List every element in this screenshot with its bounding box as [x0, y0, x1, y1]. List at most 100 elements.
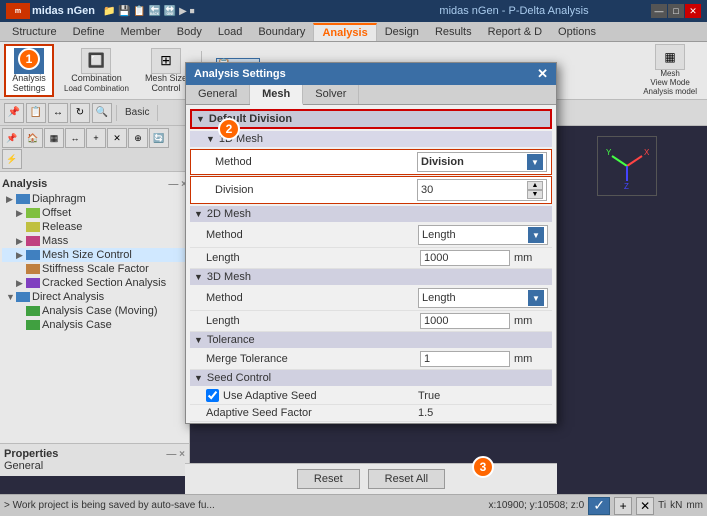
3d-method-dropdown[interactable]: Length ▼: [418, 288, 548, 308]
adaptive-seed-factor-label: Adaptive Seed Factor: [206, 407, 418, 419]
modal-title: Analysis Settings: [194, 68, 537, 80]
left-toolbar-btn3[interactable]: ▦: [44, 128, 64, 148]
row-2d-length: Length 1000 mm: [190, 248, 552, 269]
tree-item-cracked[interactable]: ▶ Cracked Section Analysis: [2, 276, 187, 290]
3d-method-dropdown-button[interactable]: ▼: [528, 290, 544, 306]
toolbar-move-button[interactable]: ↔: [48, 103, 68, 123]
3d-length-value: 1000: [424, 315, 448, 327]
plus-button[interactable]: +: [614, 497, 632, 515]
left-toolbar-btn6[interactable]: ✕: [107, 128, 127, 148]
tab-design[interactable]: Design: [377, 23, 427, 41]
toolbar-copy-button[interactable]: 📋: [26, 103, 46, 123]
section-2d-mesh[interactable]: ▼ 2D Mesh: [190, 206, 552, 222]
use-adaptive-seed-checkbox[interactable]: [206, 389, 219, 402]
toolbar-pin-button[interactable]: 📌: [4, 103, 24, 123]
3d-length-label: Length: [206, 315, 420, 327]
tab-options[interactable]: Options: [550, 23, 604, 41]
analysis-settings-label: AnalysisSettings: [12, 74, 46, 94]
division-down-button[interactable]: ▼: [527, 190, 543, 199]
tree-item-direct[interactable]: ▼ Direct Analysis: [2, 290, 187, 304]
tree-item-analysis-moving[interactable]: Analysis Case (Moving): [2, 304, 187, 318]
modal-tab-solver[interactable]: Solver: [303, 85, 359, 104]
3d-length-input[interactable]: 1000: [420, 313, 510, 329]
section-seed-control[interactable]: ▼ Seed Control: [190, 370, 552, 386]
3d-method-value: Length: [422, 292, 456, 304]
tab-body[interactable]: Body: [169, 23, 210, 41]
tab-member[interactable]: Member: [112, 23, 168, 41]
section-tolerance[interactable]: ▼ Tolerance: [190, 332, 552, 348]
left-toolbar-btn4[interactable]: ↔: [65, 128, 85, 148]
tree-item-analysis-case[interactable]: Analysis Case: [2, 318, 187, 332]
3d-method-label: Method: [206, 292, 418, 304]
division-up-button[interactable]: ▲: [527, 181, 543, 190]
use-adaptive-seed-value: True: [418, 390, 548, 402]
tree-item-release[interactable]: Release: [2, 220, 187, 234]
modal-tab-general[interactable]: General: [186, 85, 250, 104]
basic-label: Basic: [121, 107, 153, 118]
row-merge-tolerance: Merge Tolerance 1 mm: [190, 349, 552, 370]
modal-close-button[interactable]: ✕: [537, 66, 548, 82]
merge-tolerance-input[interactable]: 1: [420, 351, 510, 367]
tree-item-mass[interactable]: ▶ Mass: [2, 234, 187, 248]
method-1d-value: Division: [421, 156, 464, 168]
modal-tab-mesh[interactable]: Mesh: [250, 85, 303, 105]
tree-item-stiffness[interactable]: Stiffness Scale Factor: [2, 262, 187, 276]
left-toolbar-btn8[interactable]: 🔄: [149, 128, 169, 148]
tree-item-mesh-size[interactable]: ▶ Mesh Size Control: [2, 248, 187, 262]
minimize-button[interactable]: —: [651, 4, 667, 18]
left-toolbar-btn5[interactable]: +: [86, 128, 106, 148]
tree-item-diaphragm[interactable]: ▶ Diaphragm: [2, 192, 187, 206]
tab-structure[interactable]: Structure: [4, 23, 65, 41]
section-3d-mesh[interactable]: ▼ 3D Mesh: [190, 269, 552, 285]
tab-define[interactable]: Define: [65, 23, 113, 41]
properties-general: General: [4, 460, 185, 472]
tab-report[interactable]: Report & D: [480, 23, 550, 41]
close-button[interactable]: ✕: [685, 4, 701, 18]
toolbar-rotate-button[interactable]: ↻: [70, 103, 90, 123]
merge-tolerance-label: Merge Tolerance: [206, 353, 420, 365]
2d-length-label: Length: [206, 252, 420, 264]
left-toolbar-btn1[interactable]: 📌: [2, 128, 22, 148]
annotation-1: 1: [18, 48, 40, 70]
analysis-tree-header: Analysis: [2, 178, 47, 190]
3d-length-unit: mm: [514, 315, 548, 327]
use-adaptive-seed-label: Use Adaptive Seed: [223, 390, 418, 402]
division-spinner[interactable]: 30 ▲ ▼: [417, 179, 547, 201]
tab-results[interactable]: Results: [427, 23, 480, 41]
tab-load[interactable]: Load: [210, 23, 250, 41]
section-default-division[interactable]: ▼ Default Division: [190, 109, 552, 129]
method-1d-dropdown[interactable]: Division ▼: [417, 152, 547, 172]
x-close-button[interactable]: ✕: [636, 497, 654, 515]
2d-method-label: Method: [206, 229, 418, 241]
row-2d-method: Method Length ▼: [190, 223, 552, 248]
maximize-button[interactable]: □: [668, 4, 684, 18]
unit-force-label: kN: [670, 500, 682, 511]
left-toolbar-btn7[interactable]: ⊕: [128, 128, 148, 148]
2d-method-dropdown-button[interactable]: ▼: [528, 227, 544, 243]
reset-button[interactable]: Reset: [297, 469, 360, 489]
2d-method-dropdown[interactable]: Length ▼: [418, 225, 548, 245]
mesh-size-label: Mesh SizeControl: [145, 74, 187, 94]
2d-method-value: Length: [422, 229, 456, 241]
check-button[interactable]: ✓: [588, 497, 610, 515]
annotation-2: 2: [218, 118, 240, 140]
subsection-1d-mesh[interactable]: ▼ 1D Mesh: [190, 131, 552, 147]
mesh-view-button[interactable]: ▦ MeshView ModeAnalysis model: [637, 42, 703, 98]
app-name: midas nGen: [32, 5, 95, 17]
2d-length-input[interactable]: 1000: [420, 250, 510, 266]
row-use-adaptive-seed: Use Adaptive Seed True: [190, 387, 552, 405]
left-toolbar-btn2[interactable]: 🏠: [23, 128, 43, 148]
section-tolerance-label: Tolerance: [207, 334, 255, 346]
left-toolbar-btn9[interactable]: ⚡: [2, 149, 22, 169]
tab-analysis[interactable]: Analysis: [313, 23, 376, 41]
toolbar-zoom-button[interactable]: 🔍: [92, 103, 112, 123]
tree-item-offset[interactable]: ▶ Offset: [2, 206, 187, 220]
method-1d-dropdown-button[interactable]: ▼: [527, 154, 543, 170]
merge-tolerance-value: 1: [424, 353, 430, 365]
modal-footer: Reset Reset All: [185, 463, 557, 494]
combination-button[interactable]: 🔲 CombinationLoad Combination: [58, 46, 135, 96]
subsection-expand-icon: ▼: [206, 134, 215, 144]
properties-pin[interactable]: — ×: [166, 449, 185, 460]
tab-boundary[interactable]: Boundary: [250, 23, 313, 41]
reset-all-button[interactable]: Reset All: [368, 469, 445, 489]
